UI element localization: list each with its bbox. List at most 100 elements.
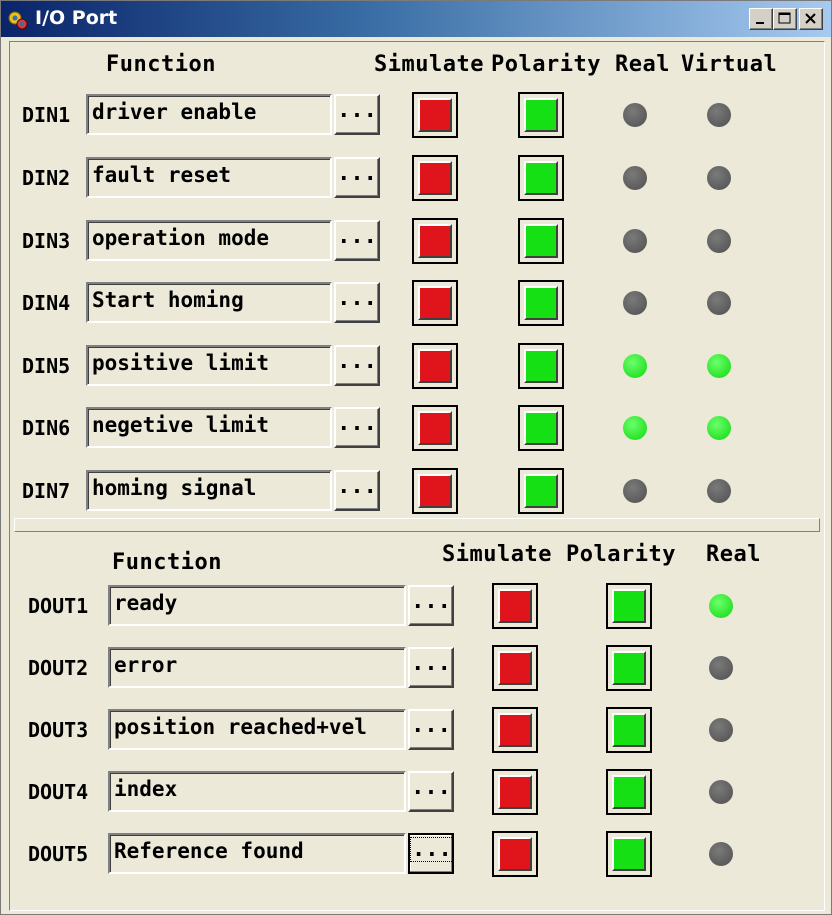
dout-simulate-header: Simulate [442,542,552,567]
maximize-button[interactable] [773,8,797,30]
dout-polarity-toggle[interactable] [606,831,652,877]
dout-function-select-button[interactable]: ... [408,709,454,750]
din-real-led [623,416,647,440]
dout-function-select-button[interactable]: ... [408,647,454,688]
section-splitter[interactable] [14,518,820,532]
dout-real-led [709,718,733,742]
din-simulate-toggle[interactable] [412,92,458,138]
din-function-select-button[interactable]: ... [334,220,380,261]
dout-function-select-button[interactable]: ... [408,833,454,874]
din-real-led [623,354,647,378]
din-label: DIN3 [22,229,71,253]
dout-label: DOUT5 [28,842,89,866]
din-polarity-toggle[interactable] [518,218,564,264]
din-label: DIN2 [22,166,71,190]
dout-function-field[interactable]: index [108,771,406,812]
din-simulate-header: Simulate [374,52,484,77]
din-simulate-toggle[interactable] [412,468,458,514]
din-function-header: Function [106,52,216,77]
din-polarity-toggle[interactable] [518,155,564,201]
din-function-field[interactable]: positive limit [86,345,332,386]
dout-label: DOUT1 [28,594,89,618]
io-port-window: I/O Port Function Simulate Polarity Real… [0,0,832,915]
dout-label: DOUT3 [28,718,89,742]
din-polarity-toggle[interactable] [518,405,564,451]
din-function-field[interactable]: operation mode [86,220,332,261]
dout-function-field[interactable]: position reached+vel [108,709,406,750]
din-polarity-toggle[interactable] [518,92,564,138]
dout-real-led [709,780,733,804]
din-label: DIN6 [22,416,71,440]
dout-polarity-toggle[interactable] [606,583,652,629]
din-simulate-toggle[interactable] [412,155,458,201]
din-virtual-led [707,291,731,315]
din-polarity-toggle[interactable] [518,343,564,389]
dout-real-led [709,656,733,680]
minimize-icon [756,22,764,24]
din-virtual-led [707,166,731,190]
dout-function-header: Function [112,550,222,575]
dout-real-led [709,842,733,866]
din-polarity-toggle[interactable] [518,468,564,514]
dout-real-led [709,594,733,618]
din-real-led [623,229,647,253]
din-function-select-button[interactable]: ... [334,470,380,511]
dout-label: DOUT2 [28,656,89,680]
din-function-field[interactable]: fault reset [86,157,332,198]
din-function-field[interactable]: homing signal [86,470,332,511]
window-title: I/O Port [35,7,118,29]
dout-simulate-toggle[interactable] [492,831,538,877]
dout-simulate-toggle[interactable] [492,769,538,815]
din-polarity-header: Polarity [491,52,601,77]
din-virtual-led [707,354,731,378]
din-virtual-led [707,416,731,440]
dout-polarity-header: Polarity [566,542,676,567]
din-virtual-led [707,103,731,127]
din-label: DIN1 [22,103,71,127]
din-function-field[interactable]: Start homing [86,282,332,323]
din-real-led [623,166,647,190]
dout-polarity-toggle[interactable] [606,769,652,815]
din-real-led [623,103,647,127]
content-panel: Function Simulate Polarity Real Virtual … [9,41,825,911]
din-virtual-header: Virtual [681,52,778,77]
dout-simulate-toggle[interactable] [492,645,538,691]
din-label: DIN7 [22,479,71,503]
din-simulate-toggle[interactable] [412,218,458,264]
din-polarity-toggle[interactable] [518,280,564,326]
minimize-button[interactable] [749,8,773,30]
din-function-select-button[interactable]: ... [334,345,380,386]
dout-simulate-toggle[interactable] [492,583,538,629]
din-simulate-toggle[interactable] [412,343,458,389]
din-label: DIN5 [22,354,71,378]
dout-simulate-toggle[interactable] [492,707,538,753]
dout-function-select-button[interactable]: ... [408,771,454,812]
title-bar[interactable]: I/O Port [1,1,831,37]
dout-function-field[interactable]: Reference found [108,833,406,874]
din-simulate-toggle[interactable] [412,405,458,451]
din-function-select-button[interactable]: ... [334,407,380,448]
close-icon [805,13,816,24]
din-virtual-led [707,479,731,503]
din-function-select-button[interactable]: ... [334,282,380,323]
din-simulate-toggle[interactable] [412,280,458,326]
din-label: DIN4 [22,291,71,315]
din-real-header: Real [615,52,670,77]
dout-label: DOUT4 [28,780,89,804]
dout-polarity-toggle[interactable] [606,645,652,691]
dout-function-field[interactable]: ready [108,585,406,626]
app-gear-icon [8,11,28,30]
din-virtual-led [707,229,731,253]
din-real-led [623,291,647,315]
dout-function-field[interactable]: error [108,647,406,688]
dout-polarity-toggle[interactable] [606,707,652,753]
dout-real-header: Real [706,542,761,567]
din-function-field[interactable]: driver enable [86,94,332,135]
maximize-icon [778,12,791,24]
close-button[interactable] [799,8,823,30]
din-function-field[interactable]: negetive limit [86,407,332,448]
din-function-select-button[interactable]: ... [334,94,380,135]
dout-function-select-button[interactable]: ... [408,585,454,626]
din-real-led [623,479,647,503]
din-function-select-button[interactable]: ... [334,157,380,198]
